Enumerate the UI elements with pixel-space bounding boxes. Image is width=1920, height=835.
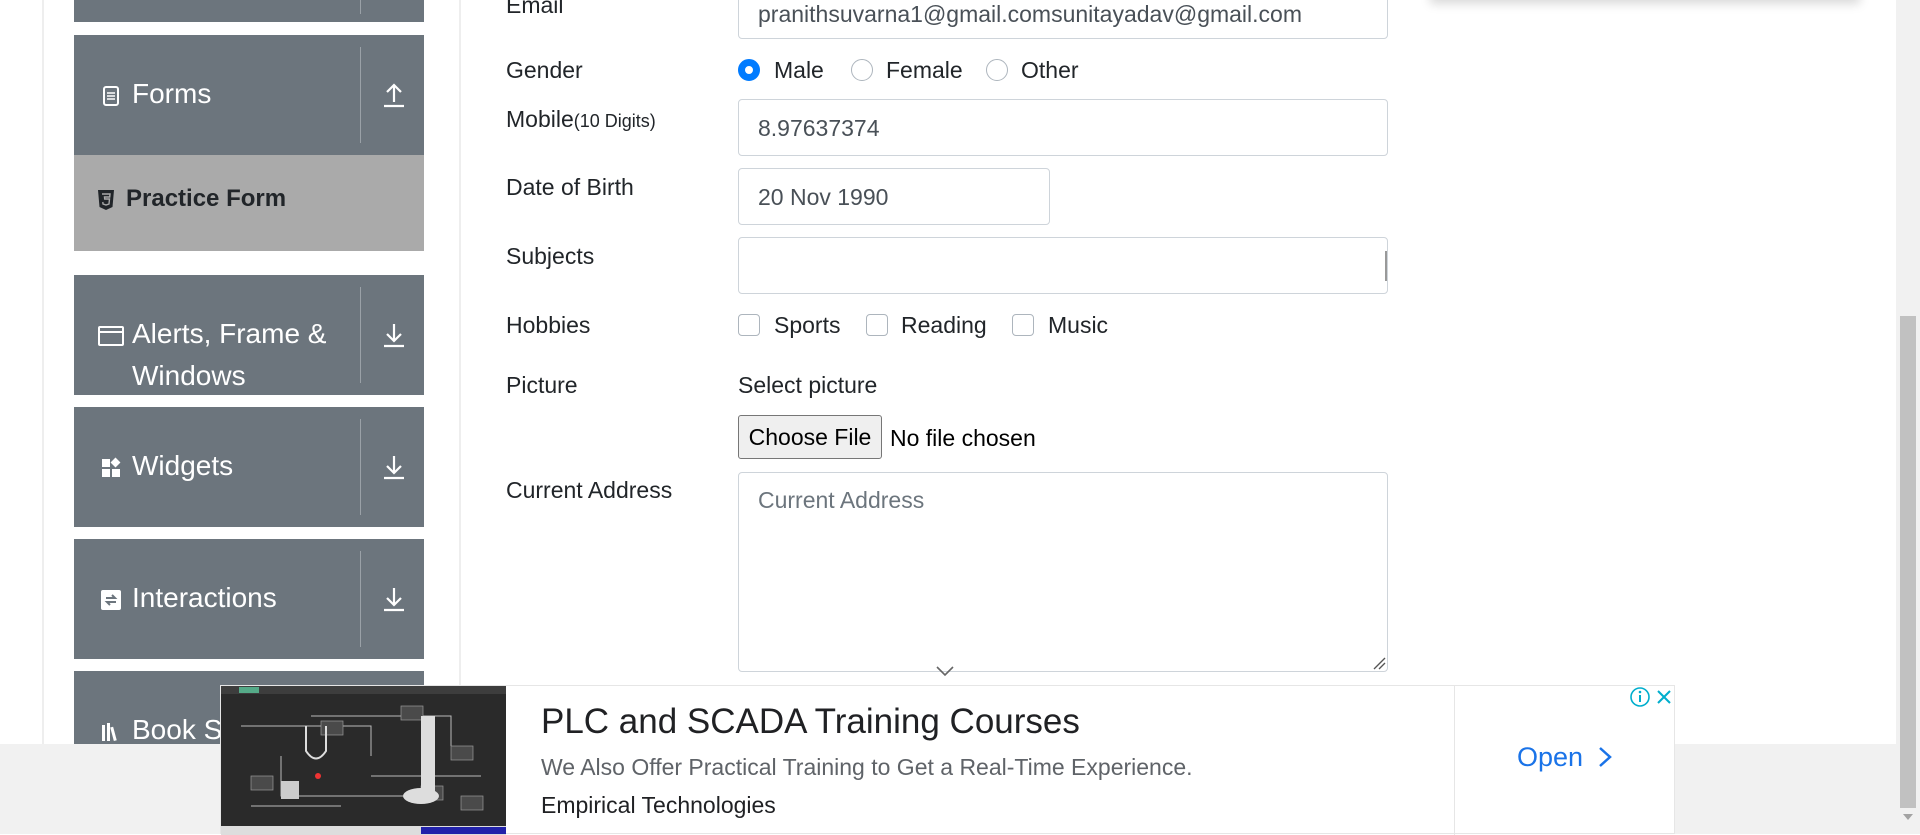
current-address-textarea[interactable] (738, 472, 1388, 672)
sidebar-item-label: Practice Form (126, 185, 287, 212)
hobby-music-label[interactable]: Music (1048, 310, 1108, 340)
group-separator (360, 47, 361, 143)
sidebar-group-label: Forms (132, 78, 212, 109)
gender-male-label[interactable]: Male (774, 55, 824, 85)
hobbies-label: Hobbies (506, 312, 591, 338)
gender-female-radio[interactable] (851, 59, 873, 81)
ad-description: We Also Offer Practical Training to Get … (541, 754, 1193, 780)
arrow-down-icon[interactable] (382, 453, 406, 481)
current-address-label: Current Address (506, 477, 673, 503)
mobile-label-text: Mobile (506, 106, 574, 132)
hobby-music-checkbox[interactable] (1012, 314, 1034, 336)
scrollbar-thumb[interactable] (1900, 316, 1916, 808)
mobile-hint: (10 Digits) (573, 111, 656, 131)
resize-handle-icon[interactable] (1372, 656, 1386, 670)
ad-banner[interactable]: PLC and SCADA Training Courses We Also O… (220, 685, 1675, 835)
mobile-field[interactable]: 8.97637374 (738, 99, 1388, 156)
group-separator (360, 0, 361, 14)
gender-other-label[interactable]: Other (1021, 55, 1079, 85)
ad-title[interactable]: PLC and SCADA Training Courses (541, 702, 1080, 742)
email-field[interactable]: pranithsuvarna1@gmail.comsunitayadav@gma… (738, 0, 1388, 39)
page-scrollbar[interactable] (1896, 0, 1920, 834)
interactions-icon (101, 590, 121, 610)
content-divider (459, 0, 461, 744)
sidebar-group-label: Book S (132, 714, 223, 744)
subjects-input[interactable] (738, 237, 1388, 294)
subjects-input-cursor (1385, 251, 1387, 281)
scroll-down-arrow-icon[interactable] (1902, 812, 1914, 822)
sidebar: Forms Practice Form Alerts, Frame & Wind… (0, 0, 462, 744)
sidebar-item-practice-form[interactable]: Practice Form (74, 155, 424, 251)
chevron-down-icon[interactable] (935, 665, 955, 677)
window-icon (98, 326, 124, 346)
arrow-down-icon[interactable] (382, 321, 406, 349)
email-label: Email (506, 0, 564, 18)
subjects-label: Subjects (506, 243, 595, 269)
mobile-label: Mobile(10 Digits) (506, 104, 656, 136)
sidebar-group-widgets[interactable]: Widgets (74, 407, 424, 527)
scada-diagram-image (221, 686, 506, 835)
sidebar-group-label: Widgets (132, 450, 234, 481)
file-status: No file chosen (890, 425, 1036, 451)
sidebar-group-label-line2: Windows (132, 360, 246, 391)
arrow-down-icon[interactable] (382, 585, 406, 613)
hobby-reading-checkbox[interactable] (866, 314, 888, 336)
arrow-up-icon[interactable] (382, 81, 406, 109)
picture-label: Picture (506, 372, 578, 398)
books-icon (102, 723, 117, 742)
hobby-sports-label[interactable]: Sports (774, 310, 840, 340)
sidebar-group-label: Alerts, Frame & (132, 318, 327, 349)
sidebar-group-previous[interactable] (74, 0, 424, 22)
choose-file-button[interactable]: Choose File (738, 415, 882, 459)
sidebar-group-alerts[interactable]: Alerts, Frame & Windows (74, 275, 424, 395)
ad-advertiser: Empirical Technologies (541, 792, 776, 818)
sidebar-divider (42, 0, 44, 744)
gender-label: Gender (506, 57, 583, 83)
gender-other-radio[interactable] (986, 59, 1008, 81)
ad-info-icon[interactable] (1629, 686, 1651, 708)
hobby-sports-checkbox[interactable] (738, 314, 760, 336)
select-picture-caption: Select picture (738, 372, 878, 398)
dob-label: Date of Birth (506, 174, 634, 200)
html5-icon (98, 190, 114, 210)
chevron-right-icon (1598, 747, 1612, 767)
group-separator (360, 287, 361, 383)
gender-male-radio[interactable] (738, 59, 760, 81)
ad-open-label: Open (1517, 742, 1584, 772)
ad-close-icon[interactable] (1653, 686, 1675, 708)
hobby-reading-label[interactable]: Reading (901, 310, 987, 340)
ad-divider (1454, 686, 1455, 835)
ad-open-button[interactable]: Open (1517, 742, 1613, 773)
group-separator (360, 419, 361, 515)
group-separator (360, 551, 361, 647)
gender-female-label[interactable]: Female (886, 55, 963, 85)
widgets-icon (102, 457, 121, 477)
sidebar-group-label: Interactions (132, 582, 277, 613)
date-of-birth-input[interactable]: 20 Nov 1990 (738, 168, 1050, 225)
sidebar-group-forms[interactable]: Forms (74, 35, 424, 155)
sidebar-group-interactions[interactable]: Interactions (74, 539, 424, 659)
document-icon (103, 86, 119, 106)
